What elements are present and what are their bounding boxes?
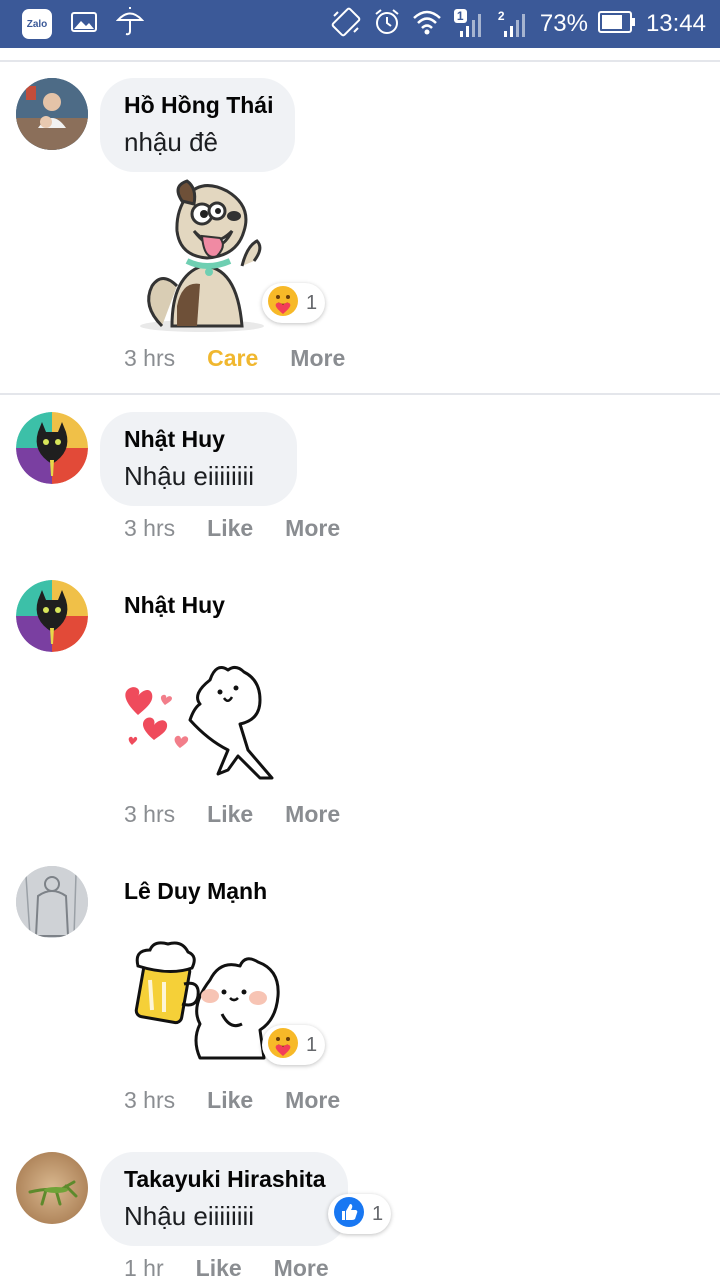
wifi-icon: [412, 8, 442, 41]
commenter-name[interactable]: Nhật Huy: [124, 426, 273, 453]
comment-text: Nhậu eiiiiiiii: [124, 461, 255, 491]
bunny-hearts-sticker[interactable]: [120, 660, 280, 790]
sim1-signal-icon: 1: [452, 9, 486, 39]
alarm-icon: [372, 7, 402, 42]
comment-actions: 3 hrs Like More: [124, 801, 340, 828]
reaction-pill[interactable]: 1: [262, 1025, 326, 1065]
comment-bubble[interactable]: Hồ Hồng Thái nhậu đê: [100, 78, 295, 172]
comment-text: Nhậu eiiiiiiii: [124, 1201, 255, 1231]
avatar[interactable]: [16, 1152, 88, 1224]
battery-percent: 73%: [539, 10, 588, 37]
umbrella-icon: [115, 6, 145, 42]
avatar[interactable]: [16, 580, 88, 652]
comment-actions: 3 hrs Like More: [124, 1087, 340, 1114]
comment-bubble[interactable]: Nhật Huy Nhậu eiiiiiiii: [100, 412, 297, 506]
sim2-signal-icon: 2: [496, 9, 530, 39]
commenter-name[interactable]: Nhật Huy: [124, 592, 225, 619]
clock: 13:44: [645, 10, 706, 37]
like-button[interactable]: Like: [207, 801, 253, 828]
more-button[interactable]: More: [285, 801, 340, 828]
like-reaction-icon: [332, 1195, 366, 1234]
reaction-count: 1: [306, 1033, 318, 1056]
care-reaction-icon: [266, 284, 300, 323]
commenter-name[interactable]: Takayuki Hirashita: [124, 1166, 326, 1193]
comment-actions: 1 hr Like More: [124, 1255, 329, 1280]
comment-actions: 3 hrs Like More: [124, 515, 340, 542]
status-bar: Zalo 1 2 73% 13:44: [0, 0, 720, 48]
avatar[interactable]: [16, 78, 88, 150]
avatar[interactable]: [16, 866, 88, 938]
comment-bubble[interactable]: Takayuki Hirashita Nhậu eiiiiiiii: [100, 1152, 348, 1246]
care-button[interactable]: Care: [207, 345, 258, 372]
reaction-pill[interactable]: 1: [262, 283, 326, 323]
zalo-app-icon: Zalo: [22, 9, 52, 39]
status-bar-left: Zalo: [22, 6, 145, 42]
divider: [0, 393, 720, 395]
more-button[interactable]: More: [274, 1255, 329, 1280]
reaction-pill[interactable]: 1: [328, 1194, 392, 1234]
more-button[interactable]: More: [285, 515, 340, 542]
like-button[interactable]: Like: [196, 1255, 242, 1280]
auto-rotate-icon: [330, 6, 362, 43]
more-button[interactable]: More: [290, 345, 345, 372]
divider: [0, 60, 720, 62]
comment-time[interactable]: 3 hrs: [124, 801, 175, 828]
comment-actions: 3 hrs Care More: [124, 345, 345, 372]
care-reaction-icon: [266, 1026, 300, 1065]
comment-time[interactable]: 3 hrs: [124, 515, 175, 542]
reaction-count: 1: [372, 1202, 384, 1225]
comment-time[interactable]: 3 hrs: [124, 1087, 175, 1114]
comment-time[interactable]: 1 hr: [124, 1255, 164, 1280]
avatar[interactable]: [16, 412, 88, 484]
like-button[interactable]: Like: [207, 1087, 253, 1114]
more-button[interactable]: More: [285, 1087, 340, 1114]
status-bar-right: 1 2 73% 13:44: [330, 6, 706, 42]
image-icon: [70, 10, 98, 39]
commenter-name[interactable]: Hồ Hồng Thái: [124, 92, 273, 119]
battery-icon: [597, 10, 636, 39]
comment-time[interactable]: 3 hrs: [124, 345, 175, 372]
reaction-count: 1: [306, 291, 318, 314]
comment-text: nhậu đê: [124, 127, 218, 157]
commenter-name[interactable]: Lê Duy Mạnh: [124, 878, 267, 905]
dog-sticker[interactable]: [132, 176, 272, 341]
like-button[interactable]: Like: [207, 515, 253, 542]
